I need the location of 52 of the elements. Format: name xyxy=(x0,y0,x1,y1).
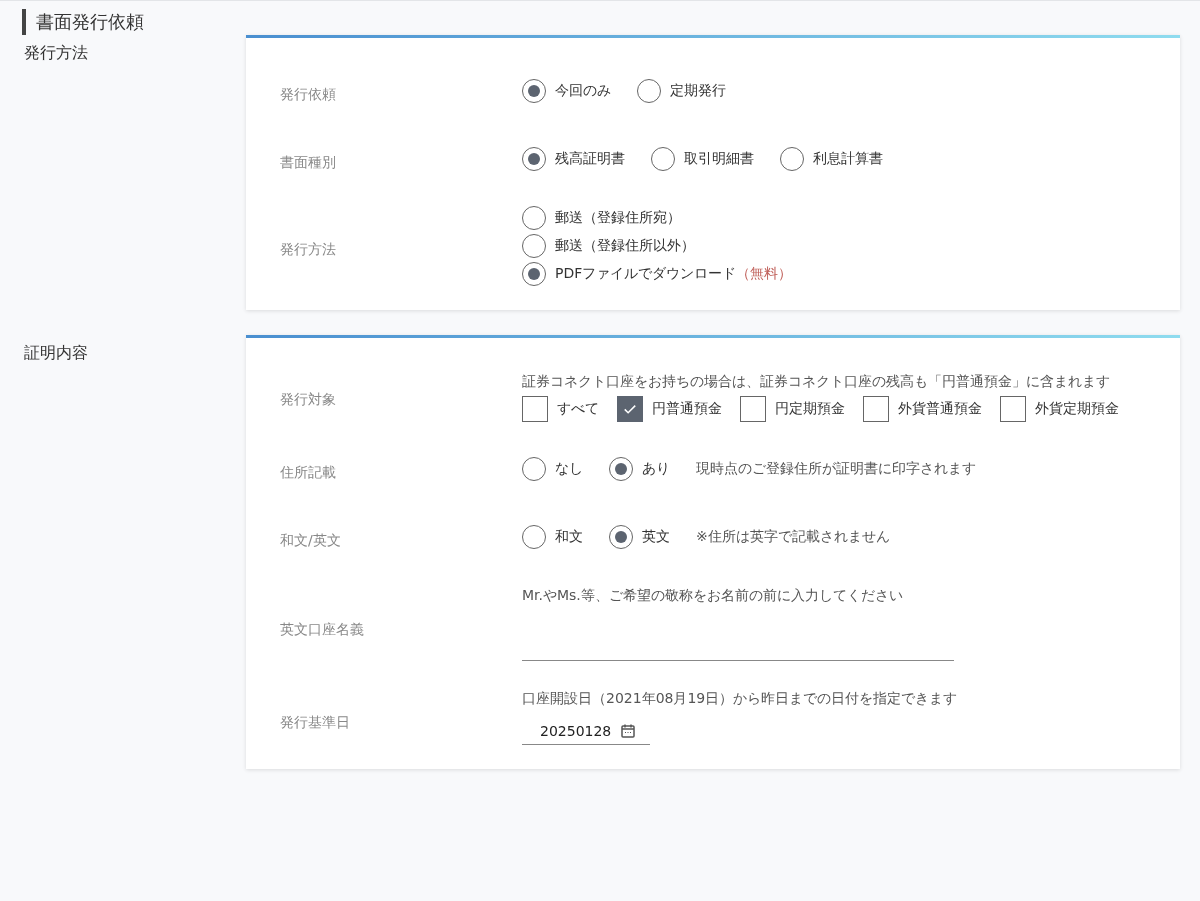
radio-button[interactable] xyxy=(651,147,675,171)
radio-button[interactable] xyxy=(522,79,546,103)
radio-button[interactable] xyxy=(780,147,804,171)
checkbox[interactable] xyxy=(863,396,889,422)
checkbox[interactable] xyxy=(522,396,548,422)
checkbox-option[interactable]: すべて xyxy=(522,396,599,422)
radio-option[interactable]: 取引明細書 xyxy=(651,147,754,171)
hint-text: 口座開設日（2021年08月19日）から昨日までの日付を指定できます xyxy=(522,689,959,708)
radio-button[interactable] xyxy=(522,525,546,549)
radio-option[interactable]: 今回のみ xyxy=(522,79,611,103)
radio-button[interactable] xyxy=(637,79,661,103)
field-label: 書面種別 xyxy=(279,153,337,172)
radio-option[interactable]: 郵送（登録住所宛） xyxy=(522,206,681,230)
radio-option[interactable]: あり xyxy=(609,457,670,481)
field-label: 英文口座名義 xyxy=(279,619,365,639)
field-label: 発行基準日 xyxy=(279,713,351,732)
checkbox-option[interactable]: 円定期預金 xyxy=(740,396,845,422)
radio-button[interactable] xyxy=(522,234,546,258)
section-title: 発行方法 xyxy=(23,42,89,64)
radio-button[interactable] xyxy=(522,147,546,171)
checkbox-option[interactable]: 円普通預金 xyxy=(617,396,722,422)
radio-option[interactable]: 残高証明書 xyxy=(522,147,625,171)
radio-option[interactable]: 英文 xyxy=(609,525,670,549)
checkbox[interactable] xyxy=(740,396,766,422)
radio-option[interactable]: 和文 xyxy=(522,525,583,549)
field-label: 発行対象 xyxy=(279,390,337,409)
radio-option[interactable]: 郵送（登録住所以外） xyxy=(522,234,695,258)
checkbox-option[interactable]: 外貨定期預金 xyxy=(1000,396,1119,422)
field-label: 発行依頼 xyxy=(279,85,337,104)
radio-button[interactable] xyxy=(522,262,546,286)
radio-button[interactable] xyxy=(522,457,546,481)
note-text: 現時点のご登録住所が証明書に印字されます xyxy=(696,460,976,478)
calendar-icon[interactable] xyxy=(620,723,636,739)
hint-text: Mr.やMs.等、ご希望の敬称をお名前の前に入力してください xyxy=(522,586,904,605)
hint-text: 証券コネクト口座をお持ちの場合は、証券コネクト口座の残高も「円普通預金」に含まれます xyxy=(522,372,1111,391)
checkbox[interactable] xyxy=(617,396,643,422)
checkbox[interactable] xyxy=(1000,396,1026,422)
free-note: （無料） xyxy=(736,265,793,283)
radio-option[interactable]: なし xyxy=(522,457,583,481)
field-label: 和文/英文 xyxy=(279,531,342,550)
checkbox-option[interactable]: 外貨普通預金 xyxy=(863,396,982,422)
radio-option[interactable]: 定期発行 xyxy=(637,79,726,103)
radio-button[interactable] xyxy=(609,525,633,549)
date-input-field[interactable]: 20250128 xyxy=(522,719,650,745)
field-label: 住所記載 xyxy=(279,463,337,482)
radio-button[interactable] xyxy=(609,457,633,481)
section-title: 証明内容 xyxy=(23,342,89,364)
radio-button[interactable] xyxy=(522,206,546,230)
radio-option[interactable]: PDFファイルでダウンロード xyxy=(522,262,737,286)
note-text: ※住所は英字で記載されません xyxy=(696,528,890,546)
radio-option[interactable]: 利息計算書 xyxy=(780,147,883,171)
field-label: 発行方法 xyxy=(279,240,337,259)
